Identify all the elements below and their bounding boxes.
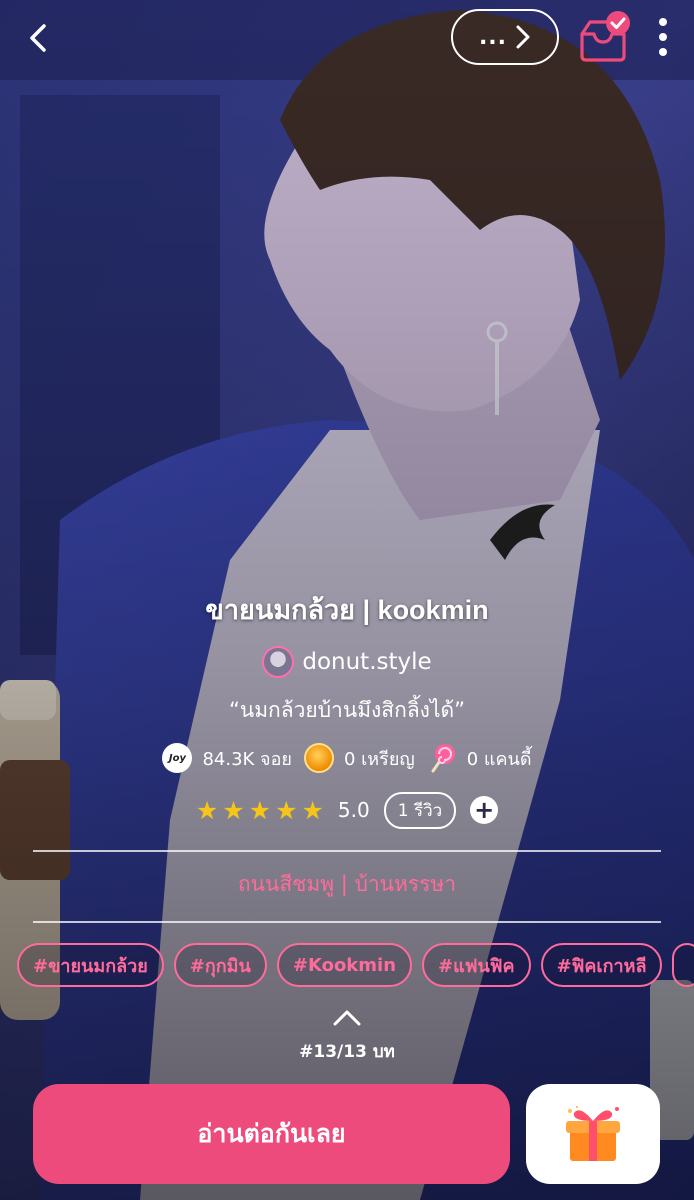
story-tagline: “นมกล้วยบ้านมึงสิกลิ้งได้”	[228, 698, 466, 722]
tag-list: #ขายนมกล้วย #กุกมิน #Kookmin #แฟนฟิค #ฟิ…	[17, 943, 694, 987]
gift-icon	[566, 1106, 620, 1161]
joy-count: 84.3K จอย	[202, 748, 292, 770]
coin-stat: 0 เหรียญ	[303, 743, 415, 773]
joy-icon: Joy	[162, 743, 193, 773]
category-breadcrumb: ถนนสีชมพู | บ้านหรรษา	[0, 862, 694, 906]
candy-count: 0 แคนดี้	[466, 748, 532, 770]
divider	[33, 850, 661, 852]
author-avatar	[262, 646, 295, 678]
reviews-button[interactable]: 1 รีวิว	[383, 791, 457, 829]
story-title: ขายนมกล้วย | kookmin	[205, 595, 489, 625]
library-button[interactable]	[578, 10, 632, 64]
chevron-right-icon	[516, 25, 530, 49]
more-options-button[interactable]	[648, 14, 678, 60]
chapter-list-button[interactable]: ...	[451, 9, 559, 65]
category-primary[interactable]: ถนนสีชมพู	[238, 872, 334, 896]
category-secondary[interactable]: บ้านหรรษา	[355, 872, 457, 896]
star-icon: ★	[275, 795, 298, 825]
inbox-check-icon	[580, 11, 630, 62]
chevron-up-icon	[333, 1010, 361, 1026]
back-button[interactable]	[18, 16, 58, 60]
tag-chip[interactable]: #Kookmin	[276, 943, 413, 987]
divider	[33, 921, 661, 923]
coin-count: 0 เหรียญ	[343, 748, 415, 770]
candy-stat: 0 แคนดี้	[427, 743, 532, 773]
add-review-button[interactable]: +	[470, 796, 499, 824]
candy-icon	[431, 744, 455, 773]
star-icon: ★	[301, 795, 324, 825]
tag-chip[interactable]: #กุกมิน	[173, 943, 267, 987]
star-icon: ★	[195, 795, 219, 825]
tag-chip[interactable]: #แฟนฟิค	[422, 943, 531, 987]
category-separator: |	[340, 872, 348, 896]
tag-chip[interactable]: #ขายนมกล้วย	[17, 943, 164, 987]
joy-stat: Joy 84.3K จอย	[162, 743, 292, 773]
story-info: ขายนมกล้วย | kookmin donut.style “นมกล้ว…	[0, 588, 694, 830]
author-name: donut.style	[302, 649, 432, 675]
expand-toggle[interactable]	[331, 1004, 363, 1030]
chapter-count: #13/13 บท	[299, 1042, 395, 1062]
star-icon: ★	[248, 795, 272, 825]
rating-value: 5.0	[337, 798, 370, 822]
continue-reading-button[interactable]: อ่านต่อกันเลย	[33, 1084, 510, 1184]
tag-chip[interactable]: #ฟิคเกาหลี	[540, 943, 663, 987]
rating-row: ★ ★ ★ ★ ★ 5.0 1 รีวิว +	[0, 790, 694, 830]
star-icon: ★	[222, 795, 245, 825]
story-stats: Joy 84.3K จอย 0 เหรียญ 0 แคนดี้	[0, 738, 694, 778]
coin-icon	[303, 743, 334, 773]
star-rating: ★ ★ ★ ★ ★	[196, 796, 324, 825]
chevron-left-icon	[30, 24, 46, 52]
top-bar: ...	[0, 0, 694, 80]
chapter-list-label: ...	[478, 24, 508, 50]
tag-chip-overflow[interactable]	[672, 943, 694, 987]
more-vertical-icon	[659, 18, 667, 26]
author-link[interactable]: donut.style	[0, 644, 694, 680]
plus-icon: +	[474, 796, 495, 824]
gift-button[interactable]	[526, 1084, 660, 1184]
